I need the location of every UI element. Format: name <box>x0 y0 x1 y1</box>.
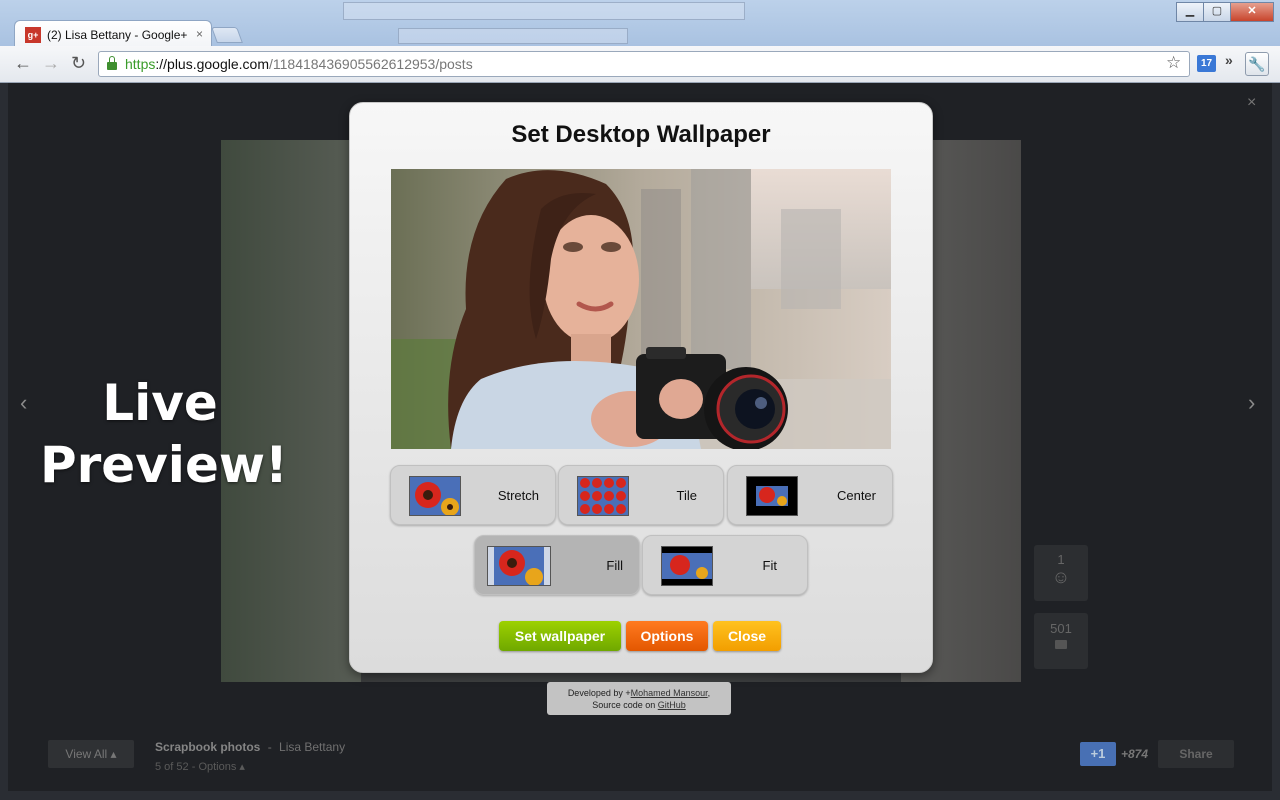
github-link[interactable]: GitHub <box>658 700 686 710</box>
album-author[interactable]: Lisa Bettany <box>279 740 345 754</box>
close-button[interactable]: Close <box>713 621 781 651</box>
lightbox-footer: View All ▴ Scrapbook photos - Lisa Betta… <box>8 720 1272 790</box>
google-plus-icon: g+ <box>25 26 41 43</box>
browser-toolbar: ← → ↻ https://plus.google.com/1184184369… <box>0 46 1280 83</box>
mode-fill-button[interactable]: Fill <box>474 535 640 595</box>
background-window-ghost <box>343 2 745 20</box>
bookmark-star-icon[interactable]: ☆ <box>1166 53 1181 73</box>
source-prefix: Source code on <box>592 700 658 710</box>
credit-comma: , <box>707 688 711 698</box>
options-button[interactable]: Options <box>626 621 708 651</box>
mode-center-label: Center <box>836 488 876 503</box>
album-title[interactable]: Scrapbook photos <box>155 740 260 754</box>
mode-fit-label: Fit <box>762 558 777 573</box>
smiley-icon: ☺ <box>1051 567 1071 587</box>
mode-tile-button[interactable]: Tile <box>558 465 724 525</box>
prev-photo-arrow-icon[interactable]: ‹ <box>20 390 27 416</box>
url-text: https://plus.google.com/1184184369055626… <box>125 56 473 72</box>
address-bar[interactable]: https://plus.google.com/1184184369055626… <box>98 51 1190 77</box>
tile-thumbnail-icon <box>577 476 629 516</box>
tab-title: (2) Lisa Bettany - Google+ <box>47 27 188 42</box>
lightbox-close-icon[interactable]: × <box>1247 94 1256 112</box>
plus-count-side: 1 <box>1057 552 1065 567</box>
author-link[interactable]: Mohamed Mansour <box>631 688 708 698</box>
album-subline: 5 of 52 - Options ▴ <box>155 761 245 773</box>
window-controls: ▁ ▢ ✕ <box>1176 2 1274 22</box>
maximize-button[interactable]: ▢ <box>1203 2 1231 22</box>
wrench-menu-icon[interactable]: 🔧 <box>1245 52 1269 76</box>
calendar-extension-icon[interactable]: 17 <box>1197 55 1216 72</box>
reload-icon[interactable]: ↻ <box>71 54 86 72</box>
album-position: 5 of 52 <box>155 761 189 773</box>
wallpaper-preview-image <box>391 169 891 449</box>
browser-tab[interactable]: g+ (2) Lisa Bettany - Google+ × <box>14 20 212 48</box>
mode-center-button[interactable]: Center <box>727 465 893 525</box>
album-options[interactable]: Options ▴ <box>198 761 245 773</box>
comments-panel[interactable]: 501 <box>1034 613 1088 669</box>
next-photo-arrow-icon[interactable]: › <box>1248 390 1255 416</box>
fill-thumbnail-icon <box>487 546 551 586</box>
url-scheme: https <box>125 56 156 72</box>
live-preview-overlay: Live Preview! <box>40 372 288 496</box>
window-titlebar: g+ (2) Lisa Bettany - Google+ × ▁ ▢ ✕ <box>0 0 1280 48</box>
overlay-line-2: Preview! <box>40 436 288 494</box>
set-wallpaper-button[interactable]: Set wallpaper <box>499 621 621 651</box>
comment-count-side: 501 <box>1050 621 1072 636</box>
credit-prefix: Developed by + <box>567 688 631 698</box>
dialog-title: Set Desktop Wallpaper <box>511 121 771 148</box>
set-wallpaper-dialog: Set Desktop Wallpaper Stretch Tile Cente… <box>349 102 933 673</box>
forward-arrow-icon[interactable]: → <box>42 54 60 72</box>
mode-stretch-button[interactable]: Stretch <box>390 465 556 525</box>
plus-one-count: +874 <box>1121 747 1149 761</box>
window-close-button[interactable]: ✕ <box>1230 2 1274 22</box>
mode-fill-label: Fill <box>606 558 623 573</box>
fit-thumbnail-icon <box>661 546 713 586</box>
center-thumbnail-icon <box>746 476 798 516</box>
overlay-line-1: Live <box>102 374 218 432</box>
background-window-ghost <box>398 28 628 44</box>
preview-photo-art <box>391 169 891 449</box>
comment-icon <box>1055 640 1067 649</box>
new-tab-button[interactable] <box>211 27 243 43</box>
mode-fit-button[interactable]: Fit <box>642 535 808 595</box>
stretch-thumbnail-icon <box>409 476 461 516</box>
share-button[interactable]: Share <box>1158 740 1234 768</box>
extensions-overflow-icon[interactable]: » <box>1225 52 1233 68</box>
tab-close-icon[interactable]: × <box>196 27 203 41</box>
plus-one-button[interactable]: +1 <box>1080 742 1116 766</box>
view-all-button[interactable]: View All ▴ <box>48 740 134 768</box>
developer-credit: Developed by +Mohamed Mansour, Source co… <box>547 682 731 715</box>
minimize-button[interactable]: ▁ <box>1176 2 1204 22</box>
back-arrow-icon[interactable]: ← <box>14 54 32 72</box>
plus-count-panel[interactable]: 1 ☺ <box>1034 545 1088 601</box>
lock-icon <box>107 56 117 70</box>
mode-tile-label: Tile <box>676 488 697 503</box>
url-path: /118418436905562612953/posts <box>268 56 473 72</box>
url-host: ://plus.google.com <box>155 56 269 72</box>
mode-stretch-label: Stretch <box>497 488 539 503</box>
album-info: Scrapbook photos - Lisa Bettany 5 of 52 … <box>155 740 346 773</box>
